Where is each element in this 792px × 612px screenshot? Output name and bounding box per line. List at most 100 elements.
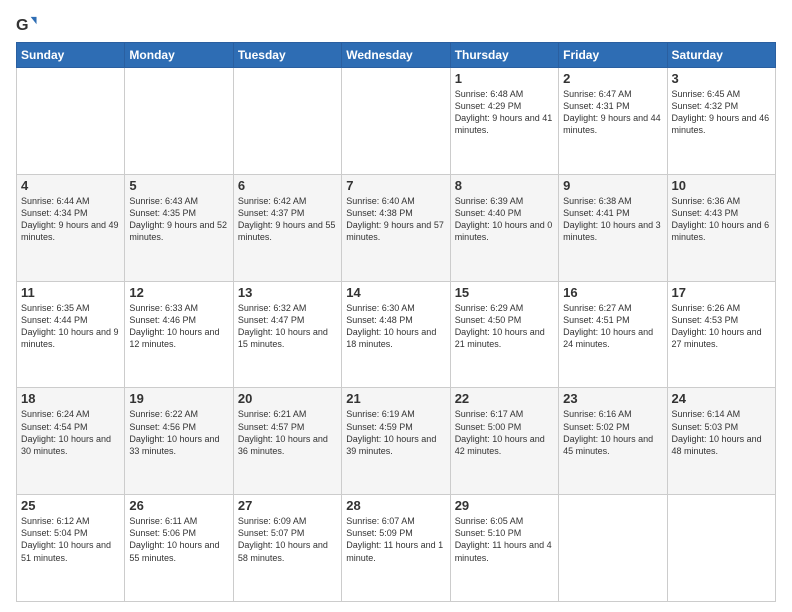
- calendar-day-cell: 28 Sunrise: 6:07 AM Sunset: 5:09 PM Dayli…: [342, 495, 450, 602]
- logo: G: [16, 14, 42, 36]
- calendar-day-cell: 16 Sunrise: 6:27 AM Sunset: 4:51 PM Dayli…: [559, 281, 667, 388]
- day-number: 18: [21, 391, 120, 406]
- day-number: 17: [672, 285, 771, 300]
- calendar-day-cell: 7Sunrise: 6:40 AM Sunset: 4:38 PM Daylig…: [342, 174, 450, 281]
- day-number: 21: [346, 391, 445, 406]
- calendar-day-cell: [559, 495, 667, 602]
- day-number: 6: [238, 178, 337, 193]
- calendar-day-cell: 5Sunrise: 6:43 AM Sunset: 4:35 PM Daylig…: [125, 174, 233, 281]
- day-info: Sunrise: 6:47 AM Sunset: 4:31 PM Dayligh…: [563, 88, 662, 137]
- calendar-day-cell: 18 Sunrise: 6:24 AM Sunset: 4:54 PM Dayli…: [17, 388, 125, 495]
- calendar-day-cell: 4Sunrise: 6:44 AM Sunset: 4:34 PM Daylig…: [17, 174, 125, 281]
- day-info: Sunrise: 6:16 AM Sunset: 5:02 PM Dayligh…: [563, 408, 662, 457]
- calendar-day-cell: 22Sunrise: 6:17 AM Sunset: 5:00 PM Dayli…: [450, 388, 558, 495]
- day-info: Sunrise: 6:35 AM Sunset: 4:44 PM Dayligh…: [21, 302, 120, 351]
- calendar-day-header: Thursday: [450, 43, 558, 68]
- calendar-day-cell: 13 Sunrise: 6:32 AM Sunset: 4:47 PM Dayli…: [233, 281, 341, 388]
- day-number: 8: [455, 178, 554, 193]
- day-info: Sunrise: 6:24 AM Sunset: 4:54 PM Dayligh…: [21, 408, 120, 457]
- day-number: 1: [455, 71, 554, 86]
- calendar-day-cell: [342, 68, 450, 175]
- day-number: 27: [238, 498, 337, 513]
- calendar-day-cell: 27 Sunrise: 6:09 AM Sunset: 5:07 PM Dayli…: [233, 495, 341, 602]
- day-info: Sunrise: 6:30 AM Sunset: 4:48 PM Dayligh…: [346, 302, 445, 351]
- calendar-day-header: Monday: [125, 43, 233, 68]
- day-info: Sunrise: 6:39 AM Sunset: 4:40 PM Dayligh…: [455, 195, 554, 244]
- day-info: Sunrise: 6:29 AM Sunset: 4:50 PM Dayligh…: [455, 302, 554, 351]
- day-number: 9: [563, 178, 662, 193]
- day-number: 19: [129, 391, 228, 406]
- calendar-day-cell: 10 Sunrise: 6:36 AM Sunset: 4:43 PM Dayli…: [667, 174, 775, 281]
- day-number: 13: [238, 285, 337, 300]
- day-info: Sunrise: 6:07 AM Sunset: 5:09 PM Dayligh…: [346, 515, 445, 564]
- day-info: Sunrise: 6:17 AM Sunset: 5:00 PM Dayligh…: [455, 408, 554, 457]
- day-info: Sunrise: 6:40 AM Sunset: 4:38 PM Dayligh…: [346, 195, 445, 244]
- day-number: 23: [563, 391, 662, 406]
- day-number: 5: [129, 178, 228, 193]
- calendar-day-cell: 3 Sunrise: 6:45 AM Sunset: 4:32 PM Daylig…: [667, 68, 775, 175]
- day-info: Sunrise: 6:32 AM Sunset: 4:47 PM Dayligh…: [238, 302, 337, 351]
- calendar-week-row: 11 Sunrise: 6:35 AM Sunset: 4:44 PM Dayli…: [17, 281, 776, 388]
- calendar-day-cell: 11 Sunrise: 6:35 AM Sunset: 4:44 PM Dayli…: [17, 281, 125, 388]
- day-info: Sunrise: 6:48 AM Sunset: 4:29 PM Dayligh…: [455, 88, 554, 137]
- calendar-day-cell: 23 Sunrise: 6:16 AM Sunset: 5:02 PM Dayli…: [559, 388, 667, 495]
- day-info: Sunrise: 6:11 AM Sunset: 5:06 PM Dayligh…: [129, 515, 228, 564]
- calendar-day-header: Tuesday: [233, 43, 341, 68]
- calendar-day-cell: 8 Sunrise: 6:39 AM Sunset: 4:40 PM Daylig…: [450, 174, 558, 281]
- day-number: 11: [21, 285, 120, 300]
- day-info: Sunrise: 6:42 AM Sunset: 4:37 PM Dayligh…: [238, 195, 337, 244]
- calendar-day-cell: 26 Sunrise: 6:11 AM Sunset: 5:06 PM Dayli…: [125, 495, 233, 602]
- calendar-day-cell: 17 Sunrise: 6:26 AM Sunset: 4:53 PM Dayli…: [667, 281, 775, 388]
- calendar-day-cell: 25 Sunrise: 6:12 AM Sunset: 5:04 PM Dayli…: [17, 495, 125, 602]
- calendar-day-cell: 29 Sunrise: 6:05 AM Sunset: 5:10 PM Dayli…: [450, 495, 558, 602]
- day-info: Sunrise: 6:22 AM Sunset: 4:56 PM Dayligh…: [129, 408, 228, 457]
- day-info: Sunrise: 6:14 AM Sunset: 5:03 PM Dayligh…: [672, 408, 771, 457]
- day-info: Sunrise: 6:26 AM Sunset: 4:53 PM Dayligh…: [672, 302, 771, 351]
- calendar-day-cell: [667, 495, 775, 602]
- day-number: 12: [129, 285, 228, 300]
- day-info: Sunrise: 6:36 AM Sunset: 4:43 PM Dayligh…: [672, 195, 771, 244]
- day-number: 28: [346, 498, 445, 513]
- day-info: Sunrise: 6:27 AM Sunset: 4:51 PM Dayligh…: [563, 302, 662, 351]
- day-info: Sunrise: 6:45 AM Sunset: 4:32 PM Dayligh…: [672, 88, 771, 137]
- calendar-day-header: Saturday: [667, 43, 775, 68]
- calendar-day-cell: 2 Sunrise: 6:47 AM Sunset: 4:31 PM Daylig…: [559, 68, 667, 175]
- day-number: 4: [21, 178, 120, 193]
- calendar-day-cell: 12Sunrise: 6:33 AM Sunset: 4:46 PM Dayli…: [125, 281, 233, 388]
- logo-icon: G: [16, 14, 38, 36]
- day-number: 29: [455, 498, 554, 513]
- calendar-table: SundayMondayTuesdayWednesdayThursdayFrid…: [16, 42, 776, 602]
- day-number: 10: [672, 178, 771, 193]
- calendar-week-row: 4Sunrise: 6:44 AM Sunset: 4:34 PM Daylig…: [17, 174, 776, 281]
- calendar-day-cell: 9 Sunrise: 6:38 AM Sunset: 4:41 PM Daylig…: [559, 174, 667, 281]
- calendar-day-cell: [233, 68, 341, 175]
- day-number: 24: [672, 391, 771, 406]
- day-info: Sunrise: 6:38 AM Sunset: 4:41 PM Dayligh…: [563, 195, 662, 244]
- day-number: 20: [238, 391, 337, 406]
- calendar-day-cell: 6 Sunrise: 6:42 AM Sunset: 4:37 PM Daylig…: [233, 174, 341, 281]
- calendar-day-cell: 14 Sunrise: 6:30 AM Sunset: 4:48 PM Dayli…: [342, 281, 450, 388]
- calendar-week-row: 25 Sunrise: 6:12 AM Sunset: 5:04 PM Dayli…: [17, 495, 776, 602]
- day-number: 2: [563, 71, 662, 86]
- day-info: Sunrise: 6:09 AM Sunset: 5:07 PM Dayligh…: [238, 515, 337, 564]
- calendar-day-header: Sunday: [17, 43, 125, 68]
- header: G: [16, 14, 776, 36]
- page: G SundayMondayTuesdayWednesdayThursdayFr…: [0, 0, 792, 612]
- calendar-day-cell: [17, 68, 125, 175]
- day-number: 14: [346, 285, 445, 300]
- calendar-day-cell: 19 Sunrise: 6:22 AM Sunset: 4:56 PM Dayli…: [125, 388, 233, 495]
- day-info: Sunrise: 6:19 AM Sunset: 4:59 PM Dayligh…: [346, 408, 445, 457]
- day-info: Sunrise: 6:12 AM Sunset: 5:04 PM Dayligh…: [21, 515, 120, 564]
- calendar-day-cell: 15 Sunrise: 6:29 AM Sunset: 4:50 PM Dayli…: [450, 281, 558, 388]
- calendar-day-cell: 1 Sunrise: 6:48 AM Sunset: 4:29 PM Daylig…: [450, 68, 558, 175]
- day-number: 3: [672, 71, 771, 86]
- day-number: 16: [563, 285, 662, 300]
- day-number: 26: [129, 498, 228, 513]
- day-number: 25: [21, 498, 120, 513]
- calendar-day-cell: 21 Sunrise: 6:19 AM Sunset: 4:59 PM Dayli…: [342, 388, 450, 495]
- calendar-day-header: Friday: [559, 43, 667, 68]
- day-info: Sunrise: 6:05 AM Sunset: 5:10 PM Dayligh…: [455, 515, 554, 564]
- calendar-day-header: Wednesday: [342, 43, 450, 68]
- day-number: 15: [455, 285, 554, 300]
- svg-text:G: G: [16, 16, 29, 34]
